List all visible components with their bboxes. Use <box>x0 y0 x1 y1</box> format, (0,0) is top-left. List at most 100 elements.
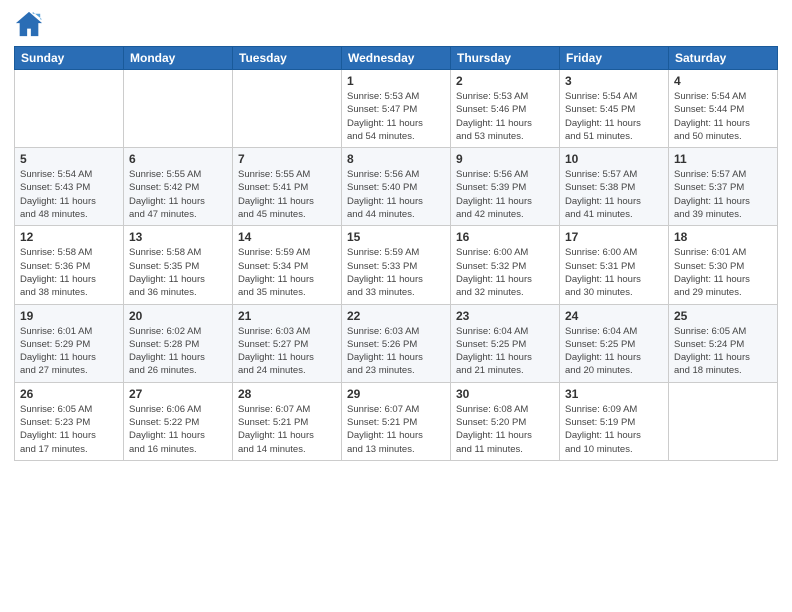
day-number: 12 <box>20 230 118 244</box>
day-detail: Sunrise: 6:09 AM Sunset: 5:19 PM Dayligh… <box>565 403 663 456</box>
day-number: 14 <box>238 230 336 244</box>
day-detail: Sunrise: 6:04 AM Sunset: 5:25 PM Dayligh… <box>565 325 663 378</box>
day-number: 28 <box>238 387 336 401</box>
day-detail: Sunrise: 6:07 AM Sunset: 5:21 PM Dayligh… <box>347 403 445 456</box>
calendar-week-4: 19Sunrise: 6:01 AM Sunset: 5:29 PM Dayli… <box>15 304 778 382</box>
day-detail: Sunrise: 5:53 AM Sunset: 5:46 PM Dayligh… <box>456 90 554 143</box>
calendar-cell: 26 Sunrise: 6:05 AM Sunset: 5:23 PM Dayli… <box>15 382 124 460</box>
calendar-cell: 10 Sunrise: 5:57 AM Sunset: 5:38 PM Dayli… <box>560 148 669 226</box>
page: SundayMondayTuesdayWednesdayThursdayFrid… <box>0 0 792 612</box>
calendar-cell: 11 Sunrise: 5:57 AM Sunset: 5:37 PM Dayli… <box>669 148 778 226</box>
day-detail: Sunrise: 6:00 AM Sunset: 5:32 PM Dayligh… <box>456 246 554 299</box>
weekday-header-row: SundayMondayTuesdayWednesdayThursdayFrid… <box>15 47 778 70</box>
calendar-week-5: 26 Sunrise: 6:05 AM Sunset: 5:23 PM Dayli… <box>15 382 778 460</box>
calendar-cell: 17 Sunrise: 6:00 AM Sunset: 5:31 PM Dayli… <box>560 226 669 304</box>
calendar-cell: 25 Sunrise: 6:05 AM Sunset: 5:24 PM Dayli… <box>669 304 778 382</box>
day-number: 4 <box>674 74 772 88</box>
day-number: 9 <box>456 152 554 166</box>
calendar-cell: 28 Sunrise: 6:07 AM Sunset: 5:21 PM Dayli… <box>233 382 342 460</box>
calendar-cell: 13 Sunrise: 5:58 AM Sunset: 5:35 PM Dayli… <box>124 226 233 304</box>
calendar-cell: 24 Sunrise: 6:04 AM Sunset: 5:25 PM Dayli… <box>560 304 669 382</box>
day-detail: Sunrise: 6:05 AM Sunset: 5:24 PM Dayligh… <box>674 325 772 378</box>
day-number: 30 <box>456 387 554 401</box>
calendar-cell: 4 Sunrise: 5:54 AM Sunset: 5:44 PM Daylig… <box>669 70 778 148</box>
day-detail: Sunrise: 6:02 AM Sunset: 5:28 PM Dayligh… <box>129 325 227 378</box>
calendar-cell: 19Sunrise: 6:01 AM Sunset: 5:29 PM Dayli… <box>15 304 124 382</box>
day-number: 10 <box>565 152 663 166</box>
weekday-header-saturday: Saturday <box>669 47 778 70</box>
calendar-cell: 15 Sunrise: 5:59 AM Sunset: 5:33 PM Dayli… <box>342 226 451 304</box>
day-detail: Sunrise: 5:54 AM Sunset: 5:45 PM Dayligh… <box>565 90 663 143</box>
day-detail: Sunrise: 6:03 AM Sunset: 5:27 PM Dayligh… <box>238 325 336 378</box>
day-detail: Sunrise: 5:57 AM Sunset: 5:37 PM Dayligh… <box>674 168 772 221</box>
day-detail: Sunrise: 6:05 AM Sunset: 5:23 PM Dayligh… <box>20 403 118 456</box>
weekday-header-friday: Friday <box>560 47 669 70</box>
calendar-cell: 12 Sunrise: 5:58 AM Sunset: 5:36 PM Dayli… <box>15 226 124 304</box>
calendar-cell: 14 Sunrise: 5:59 AM Sunset: 5:34 PM Dayli… <box>233 226 342 304</box>
day-detail: Sunrise: 6:07 AM Sunset: 5:21 PM Dayligh… <box>238 403 336 456</box>
day-number: 3 <box>565 74 663 88</box>
day-number: 2 <box>456 74 554 88</box>
calendar-cell: 27 Sunrise: 6:06 AM Sunset: 5:22 PM Dayli… <box>124 382 233 460</box>
calendar-cell: 22Sunrise: 6:03 AM Sunset: 5:26 PM Dayli… <box>342 304 451 382</box>
calendar-cell: 5 Sunrise: 5:54 AM Sunset: 5:43 PM Daylig… <box>15 148 124 226</box>
calendar-cell: 8Sunrise: 5:56 AM Sunset: 5:40 PM Daylig… <box>342 148 451 226</box>
day-number: 1 <box>347 74 445 88</box>
calendar-cell <box>669 382 778 460</box>
weekday-header-monday: Monday <box>124 47 233 70</box>
day-number: 13 <box>129 230 227 244</box>
day-detail: Sunrise: 5:54 AM Sunset: 5:44 PM Dayligh… <box>674 90 772 143</box>
day-detail: Sunrise: 6:01 AM Sunset: 5:30 PM Dayligh… <box>674 246 772 299</box>
day-detail: Sunrise: 5:58 AM Sunset: 5:36 PM Dayligh… <box>20 246 118 299</box>
day-number: 26 <box>20 387 118 401</box>
day-number: 19 <box>20 309 118 323</box>
day-number: 27 <box>129 387 227 401</box>
day-detail: Sunrise: 6:00 AM Sunset: 5:31 PM Dayligh… <box>565 246 663 299</box>
day-detail: Sunrise: 5:58 AM Sunset: 5:35 PM Dayligh… <box>129 246 227 299</box>
weekday-header-sunday: Sunday <box>15 47 124 70</box>
day-number: 6 <box>129 152 227 166</box>
day-detail: Sunrise: 5:54 AM Sunset: 5:43 PM Dayligh… <box>20 168 118 221</box>
calendar-cell: 6 Sunrise: 5:55 AM Sunset: 5:42 PM Daylig… <box>124 148 233 226</box>
day-detail: Sunrise: 5:59 AM Sunset: 5:34 PM Dayligh… <box>238 246 336 299</box>
calendar-cell: 1Sunrise: 5:53 AM Sunset: 5:47 PM Daylig… <box>342 70 451 148</box>
day-number: 17 <box>565 230 663 244</box>
day-number: 31 <box>565 387 663 401</box>
day-number: 29 <box>347 387 445 401</box>
calendar-cell <box>124 70 233 148</box>
logo <box>14 10 48 38</box>
calendar-table: SundayMondayTuesdayWednesdayThursdayFrid… <box>14 46 778 461</box>
day-number: 25 <box>674 309 772 323</box>
calendar-cell: 30 Sunrise: 6:08 AM Sunset: 5:20 PM Dayli… <box>451 382 560 460</box>
calendar-cell: 20 Sunrise: 6:02 AM Sunset: 5:28 PM Dayli… <box>124 304 233 382</box>
logo-icon <box>14 10 44 38</box>
calendar-week-2: 5 Sunrise: 5:54 AM Sunset: 5:43 PM Daylig… <box>15 148 778 226</box>
day-detail: Sunrise: 6:04 AM Sunset: 5:25 PM Dayligh… <box>456 325 554 378</box>
day-number: 5 <box>20 152 118 166</box>
day-detail: Sunrise: 5:57 AM Sunset: 5:38 PM Dayligh… <box>565 168 663 221</box>
day-detail: Sunrise: 6:08 AM Sunset: 5:20 PM Dayligh… <box>456 403 554 456</box>
day-detail: Sunrise: 6:06 AM Sunset: 5:22 PM Dayligh… <box>129 403 227 456</box>
calendar-week-3: 12 Sunrise: 5:58 AM Sunset: 5:36 PM Dayli… <box>15 226 778 304</box>
day-number: 11 <box>674 152 772 166</box>
day-number: 20 <box>129 309 227 323</box>
day-number: 22 <box>347 309 445 323</box>
weekday-header-thursday: Thursday <box>451 47 560 70</box>
header <box>14 10 778 38</box>
day-detail: Sunrise: 5:55 AM Sunset: 5:41 PM Dayligh… <box>238 168 336 221</box>
day-number: 18 <box>674 230 772 244</box>
day-number: 7 <box>238 152 336 166</box>
calendar-cell: 9Sunrise: 5:56 AM Sunset: 5:39 PM Daylig… <box>451 148 560 226</box>
day-detail: Sunrise: 5:55 AM Sunset: 5:42 PM Dayligh… <box>129 168 227 221</box>
day-number: 15 <box>347 230 445 244</box>
calendar-cell: 31 Sunrise: 6:09 AM Sunset: 5:19 PM Dayli… <box>560 382 669 460</box>
day-number: 21 <box>238 309 336 323</box>
calendar-week-1: 1Sunrise: 5:53 AM Sunset: 5:47 PM Daylig… <box>15 70 778 148</box>
weekday-header-tuesday: Tuesday <box>233 47 342 70</box>
calendar-cell <box>233 70 342 148</box>
day-detail: Sunrise: 5:56 AM Sunset: 5:40 PM Dayligh… <box>347 168 445 221</box>
calendar-cell: 3 Sunrise: 5:54 AM Sunset: 5:45 PM Daylig… <box>560 70 669 148</box>
day-number: 24 <box>565 309 663 323</box>
calendar-cell: 16Sunrise: 6:00 AM Sunset: 5:32 PM Dayli… <box>451 226 560 304</box>
day-detail: Sunrise: 5:59 AM Sunset: 5:33 PM Dayligh… <box>347 246 445 299</box>
